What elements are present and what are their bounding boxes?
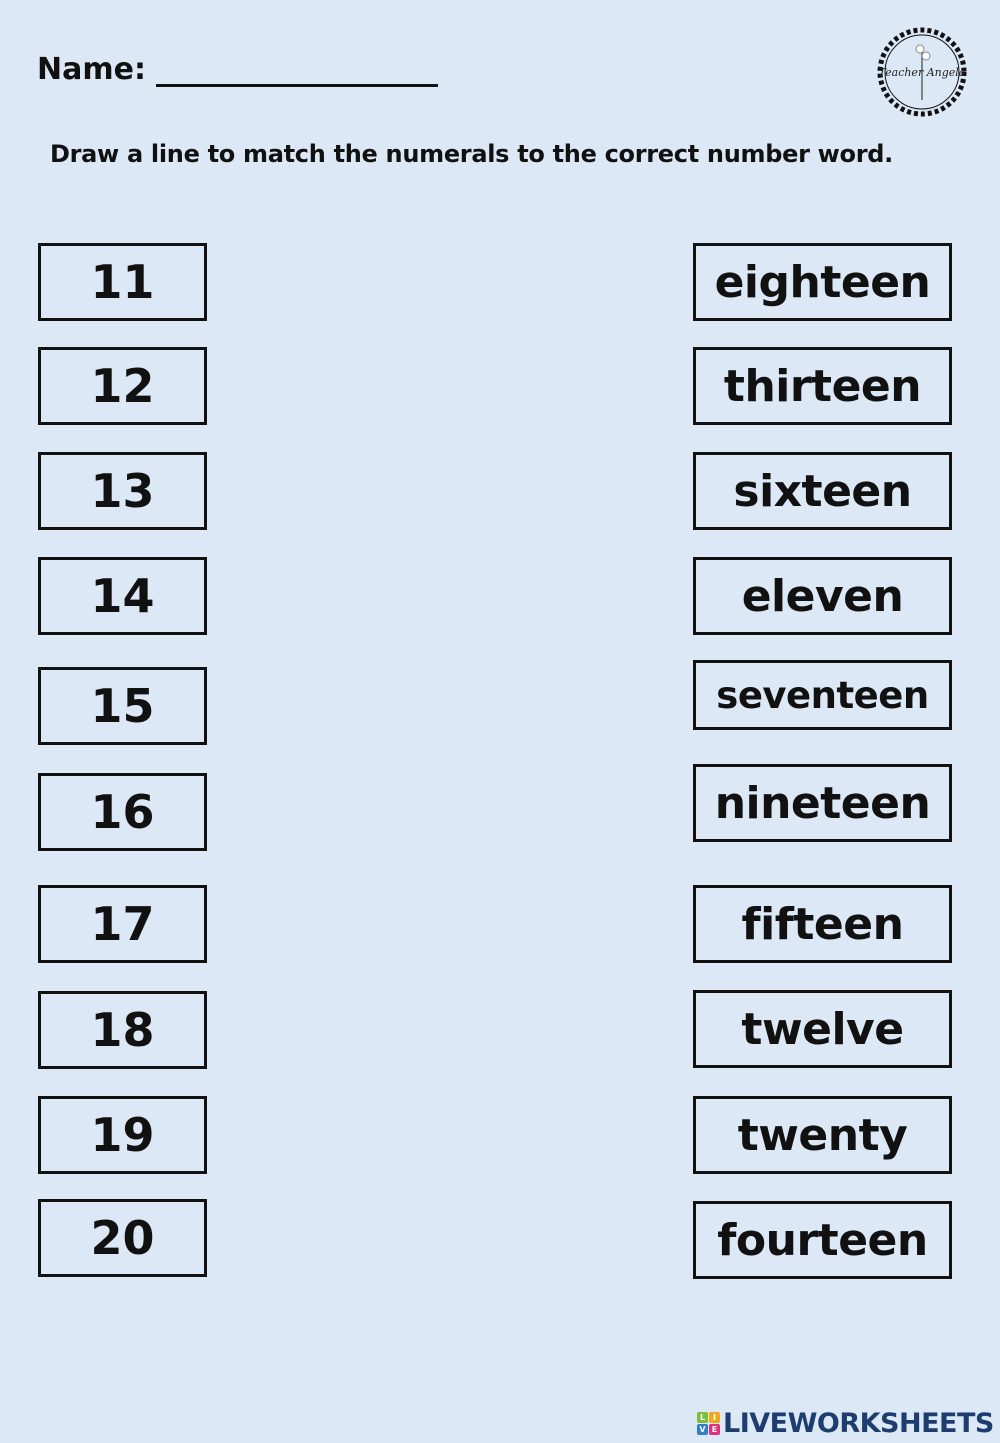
numeral-box[interactable]: 19 <box>38 1096 207 1174</box>
word-box[interactable]: sixteen <box>693 452 952 530</box>
word-box[interactable]: twenty <box>693 1096 952 1174</box>
liveworksheets-logo-icon: LIVE <box>697 1412 720 1435</box>
brand-text: LIVEWORKSHEETS <box>723 1408 994 1439</box>
numeral-box[interactable]: 12 <box>38 347 207 425</box>
word-box[interactable]: eighteen <box>693 243 952 321</box>
numeral-box[interactable]: 13 <box>38 452 207 530</box>
liveworksheets-footer: LIVE LIVEWORKSHEETS <box>697 1408 994 1439</box>
word-box[interactable]: thirteen <box>693 347 952 425</box>
logo-text: Teacher Angela <box>879 66 966 79</box>
numeral-box[interactable]: 16 <box>38 773 207 851</box>
word-box[interactable]: nineteen <box>693 764 952 842</box>
teacher-angela-logo: Teacher Angela <box>877 27 967 117</box>
numeral-box[interactable]: 17 <box>38 885 207 963</box>
numeral-box[interactable]: 14 <box>38 557 207 635</box>
instructions: Draw a line to match the numerals to the… <box>50 140 893 168</box>
word-box[interactable]: eleven <box>693 557 952 635</box>
word-box[interactable]: fifteen <box>693 885 952 963</box>
logo-badge-letter: I <box>709 1412 720 1423</box>
name-label: Name: <box>37 52 146 87</box>
word-box[interactable]: twelve <box>693 990 952 1068</box>
logo-badge-letter: V <box>697 1424 708 1435</box>
name-field: Name: <box>37 52 438 87</box>
logo-badge-letter: L <box>697 1412 708 1423</box>
numeral-box[interactable]: 18 <box>38 991 207 1069</box>
numeral-box[interactable]: 15 <box>38 667 207 745</box>
name-blank-line[interactable] <box>155 54 438 87</box>
word-box[interactable]: seventeen <box>693 660 952 730</box>
numeral-box[interactable]: 20 <box>38 1199 207 1277</box>
logo-badge-letter: E <box>709 1424 720 1435</box>
numeral-box[interactable]: 11 <box>38 243 207 321</box>
word-box[interactable]: fourteen <box>693 1201 952 1279</box>
